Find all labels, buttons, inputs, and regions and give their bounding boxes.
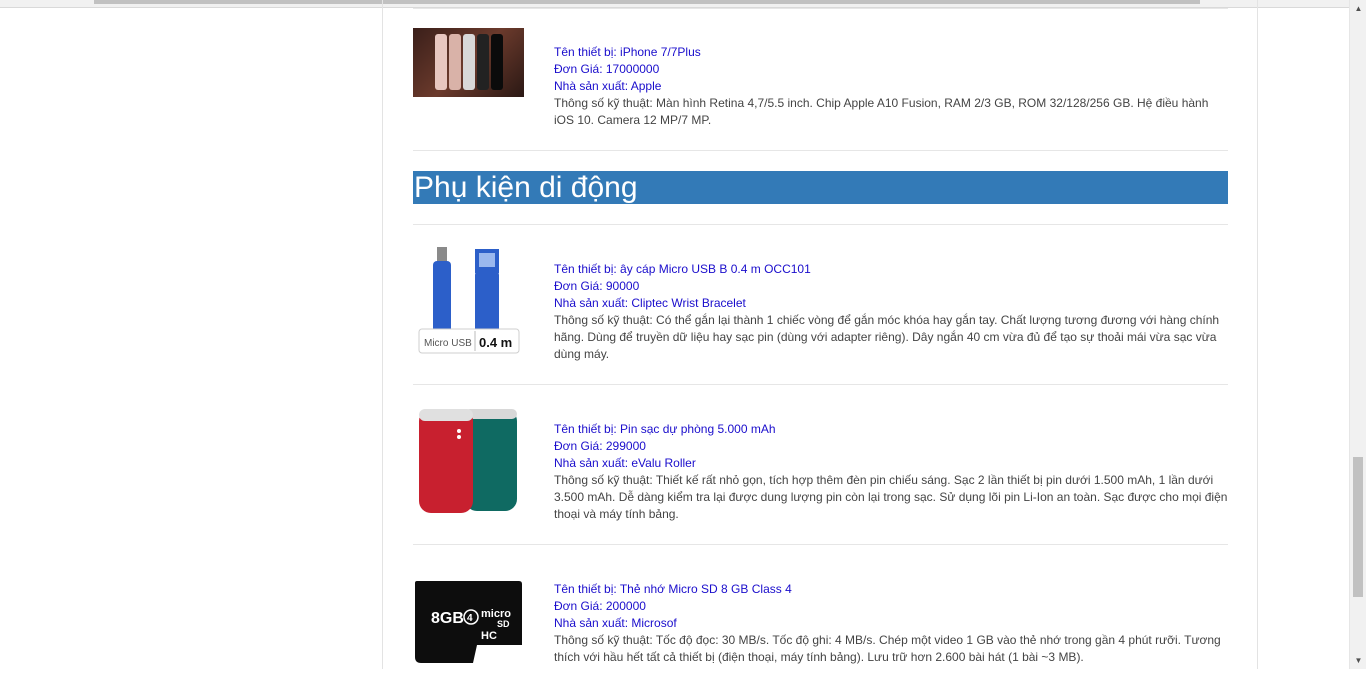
- product-spec: Thông số kỹ thuật: Tốc độ đọc: 30 MB/s. …: [554, 633, 1221, 664]
- section-title: Phụ kiện di động: [413, 171, 1228, 204]
- product-info: Tên thiết bị: iPhone 7/7Plus Đơn Giá: 17…: [554, 44, 1228, 129]
- product-spec: Thông số kỹ thuật: Màn hình Retina 4,7/5…: [554, 96, 1209, 127]
- image-label: 0.4 m: [479, 335, 512, 350]
- iphone-image: [413, 28, 524, 97]
- image-label: HC: [481, 630, 497, 642]
- powerbank-icon: [419, 409, 517, 513]
- product-name-link[interactable]: Tên thiết bị: Pin sạc dự phòng 5.000 mAh: [554, 421, 1228, 438]
- scroll-up-arrow-icon[interactable]: ▲: [1350, 0, 1366, 17]
- divider: [413, 8, 1228, 9]
- cable-image: Micro USB 0.4 m: [413, 245, 524, 355]
- product-name-link[interactable]: Tên thiết bị: ây cáp Micro USB B 0.4 m O…: [554, 261, 1228, 278]
- product-maker[interactable]: Nhà sản xuất: Cliptec Wrist Bracelet: [554, 295, 1228, 312]
- phone-rose-shape: [435, 34, 447, 90]
- product-info: Tên thiết bị: Pin sạc dự phòng 5.000 mAh…: [554, 421, 1228, 523]
- divider: [413, 544, 1228, 545]
- product-maker[interactable]: Nhà sản xuất: Apple: [554, 78, 1228, 95]
- powerbank-image: [413, 405, 524, 515]
- scroll-down-arrow-icon[interactable]: ▼: [1350, 652, 1366, 669]
- sd-card-icon: 8GB 4 micro SD HC: [415, 581, 522, 663]
- usb-cable-icon: Micro USB 0.4 m: [418, 247, 520, 354]
- product-info: Tên thiết bị: ây cáp Micro USB B 0.4 m O…: [554, 261, 1228, 363]
- image-label: 8GB: [431, 610, 464, 627]
- product-maker[interactable]: Nhà sản xuất: eValu Roller: [554, 455, 1228, 472]
- image-label: Micro USB: [424, 338, 472, 349]
- product-price[interactable]: Đơn Giá: 200000: [554, 598, 1228, 615]
- product-price[interactable]: Đơn Giá: 299000: [554, 438, 1228, 455]
- phone-jetblack-shape: [491, 34, 503, 90]
- product-spec: Thông số kỹ thuật: Có thể gắn lại thành …: [554, 313, 1220, 361]
- divider: [413, 150, 1228, 151]
- product-maker[interactable]: Nhà sản xuất: Microsof: [554, 615, 1228, 632]
- phone-silver-shape: [463, 34, 475, 90]
- product-info: Tên thiết bị: Thẻ nhớ Micro SD 8 GB Clas…: [554, 581, 1228, 666]
- image-label: SD: [497, 619, 510, 629]
- vertical-scrollbar-thumb[interactable]: [1353, 457, 1363, 597]
- divider: [413, 384, 1228, 385]
- sd-card-image: 8GB 4 micro SD HC: [413, 565, 524, 669]
- product-price[interactable]: Đơn Giá: 17000000: [554, 61, 1228, 78]
- product-spec: Thông số kỹ thuật: Thiết kế rất nhỏ gọn,…: [554, 473, 1228, 521]
- phone-black-shape: [477, 34, 489, 90]
- vertical-scrollbar[interactable]: ▲ ▼: [1349, 0, 1366, 669]
- phone-rose-shape: [449, 34, 461, 90]
- product-list-container: Tên thiết bị: iPhone 7/7Plus Đơn Giá: 17…: [382, 0, 1258, 669]
- divider: [413, 224, 1228, 225]
- product-price[interactable]: Đơn Giá: 90000: [554, 278, 1228, 295]
- product-name-link[interactable]: Tên thiết bị: iPhone 7/7Plus: [554, 44, 1228, 61]
- product-name-link[interactable]: Tên thiết bị: Thẻ nhớ Micro SD 8 GB Clas…: [554, 581, 1228, 598]
- image-label: 4: [467, 613, 473, 624]
